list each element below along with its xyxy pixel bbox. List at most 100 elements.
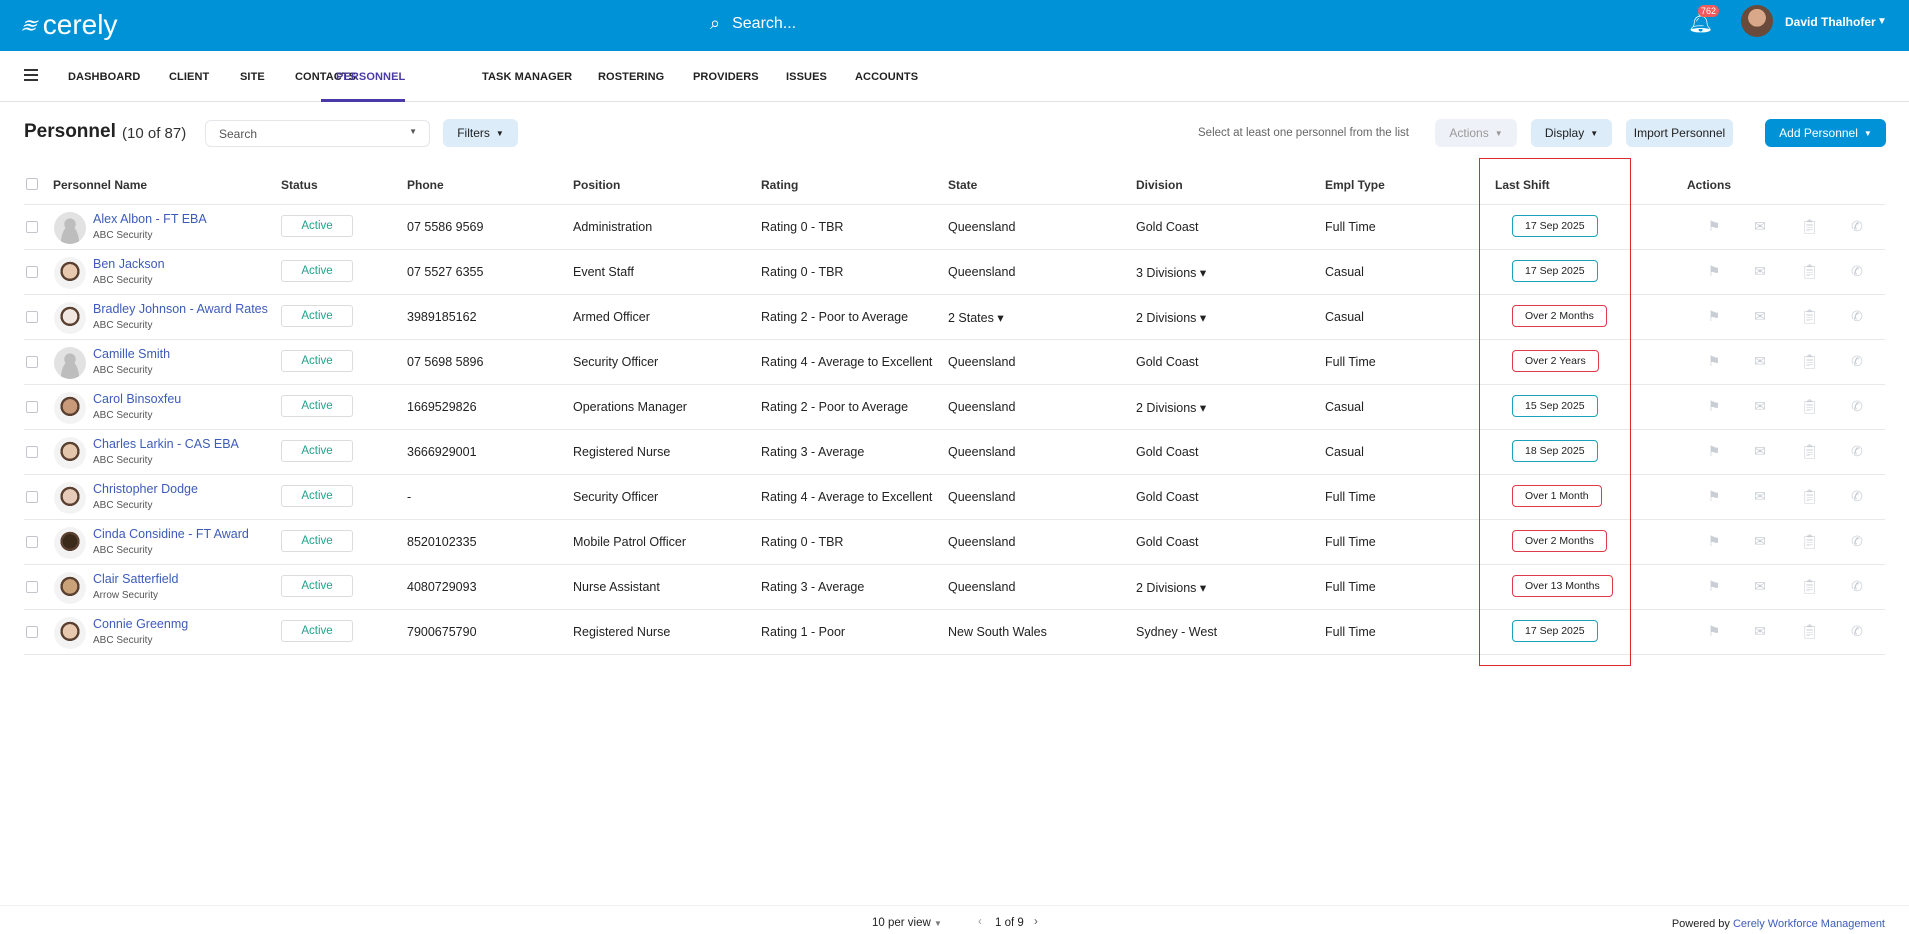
- flag-icon[interactable]: ⚑: [1706, 623, 1722, 639]
- personnel-name-link[interactable]: Clair Satterfield: [93, 572, 178, 586]
- personnel-name-link[interactable]: Cinda Considine - FT Award: [93, 527, 249, 541]
- row-checkbox[interactable]: [26, 221, 38, 233]
- user-name[interactable]: David Thalhofer: [1785, 15, 1876, 29]
- nav-accounts[interactable]: ACCOUNTS: [855, 71, 918, 83]
- row-checkbox[interactable]: [26, 401, 38, 413]
- import-personnel-button[interactable]: Import Personnel: [1626, 119, 1733, 147]
- personnel-name-link[interactable]: Bradley Johnson - Award Rates: [93, 302, 268, 316]
- actions-button[interactable]: Actions ▼: [1435, 119, 1517, 147]
- search-input[interactable]: Search ▼: [205, 120, 430, 147]
- phone-icon[interactable]: ✆: [1849, 578, 1865, 594]
- row-checkbox[interactable]: [26, 626, 38, 638]
- nav-task-manager[interactable]: TASK MANAGER: [482, 71, 572, 83]
- mail-icon[interactable]: ✉: [1752, 353, 1768, 369]
- global-search[interactable]: ⌕ Search...: [710, 13, 796, 34]
- mail-icon[interactable]: ✉: [1752, 488, 1768, 504]
- personnel-name-link[interactable]: Connie Greenmg: [93, 617, 188, 631]
- clipboard-icon[interactable]: 📋︎: [1801, 533, 1819, 549]
- flag-icon[interactable]: ⚑: [1706, 218, 1722, 234]
- phone-icon[interactable]: ✆: [1849, 533, 1865, 549]
- row-checkbox[interactable]: [26, 536, 38, 548]
- chevron-down-icon[interactable]: ▼: [1877, 16, 1887, 27]
- nav-client[interactable]: CLIENT: [169, 71, 209, 83]
- personnel-name-link[interactable]: Carol Binsoxfeu: [93, 392, 181, 406]
- logo[interactable]: ≋ cerely: [18, 9, 118, 41]
- clipboard-icon[interactable]: 📋︎: [1801, 623, 1819, 639]
- col-phone[interactable]: Phone: [407, 178, 444, 192]
- clipboard-icon[interactable]: 📋︎: [1801, 488, 1819, 504]
- prev-page-icon[interactable]: ‹: [978, 916, 982, 928]
- phone-icon[interactable]: ✆: [1849, 308, 1865, 324]
- mail-icon[interactable]: ✉: [1752, 263, 1768, 279]
- row-checkbox[interactable]: [26, 491, 38, 503]
- nav-dashboard[interactable]: DASHBOARD: [68, 71, 140, 83]
- personnel-name-link[interactable]: Charles Larkin - CAS EBA: [93, 437, 239, 451]
- phone-icon[interactable]: ✆: [1849, 353, 1865, 369]
- row-checkbox[interactable]: [26, 266, 38, 278]
- clipboard-icon[interactable]: 📋︎: [1801, 353, 1819, 369]
- clipboard-icon[interactable]: 📋︎: [1801, 398, 1819, 414]
- mail-icon[interactable]: ✉: [1752, 578, 1768, 594]
- add-personnel-button[interactable]: Add Personnel ▼: [1765, 119, 1886, 147]
- division[interactable]: 2 Divisions ▾: [1136, 310, 1206, 325]
- nav-site[interactable]: SITE: [240, 71, 265, 83]
- division[interactable]: 3 Divisions ▾: [1136, 265, 1206, 280]
- personnel-name-link[interactable]: Alex Albon - FT EBA: [93, 212, 207, 226]
- filters-button[interactable]: Filters ▼: [443, 119, 518, 147]
- row-checkbox[interactable]: [26, 446, 38, 458]
- per-view-select[interactable]: 10 per view ▼: [872, 917, 942, 929]
- phone-icon[interactable]: ✆: [1849, 623, 1865, 639]
- mail-icon[interactable]: ✉: [1752, 398, 1768, 414]
- col-rating[interactable]: Rating: [761, 178, 798, 192]
- personnel-name-link[interactable]: Christopher Dodge: [93, 482, 198, 496]
- nav-issues[interactable]: ISSUES: [786, 71, 827, 83]
- phone-icon[interactable]: ✆: [1849, 218, 1865, 234]
- clipboard-icon[interactable]: 📋︎: [1801, 578, 1819, 594]
- row-checkbox[interactable]: [26, 311, 38, 323]
- user-avatar[interactable]: [1741, 5, 1773, 37]
- next-page-icon[interactable]: ›: [1034, 916, 1038, 928]
- row-checkbox[interactable]: [26, 356, 38, 368]
- mail-icon[interactable]: ✉: [1752, 533, 1768, 549]
- mail-icon[interactable]: ✉: [1752, 308, 1768, 324]
- flag-icon[interactable]: ⚑: [1706, 533, 1722, 549]
- empl-type: Casual: [1325, 400, 1364, 414]
- flag-icon[interactable]: ⚑: [1706, 398, 1722, 414]
- col-state[interactable]: State: [948, 178, 977, 192]
- clipboard-icon[interactable]: 📋︎: [1801, 308, 1819, 324]
- nav-rostering[interactable]: ROSTERING: [598, 71, 664, 83]
- mail-icon[interactable]: ✉: [1752, 623, 1768, 639]
- nav-providers[interactable]: PROVIDERS: [693, 71, 759, 83]
- flag-icon[interactable]: ⚑: [1706, 488, 1722, 504]
- display-button[interactable]: Display ▼: [1531, 119, 1612, 147]
- clipboard-icon[interactable]: 📋︎: [1801, 263, 1819, 279]
- flag-icon[interactable]: ⚑: [1706, 263, 1722, 279]
- col-division[interactable]: Division: [1136, 178, 1183, 192]
- flag-icon[interactable]: ⚑: [1706, 308, 1722, 324]
- mail-icon[interactable]: ✉: [1752, 443, 1768, 459]
- row-checkbox[interactable]: [26, 581, 38, 593]
- flag-icon[interactable]: ⚑: [1706, 443, 1722, 459]
- col-position[interactable]: Position: [573, 178, 620, 192]
- col-name[interactable]: Personnel Name: [53, 178, 147, 192]
- phone-icon[interactable]: ✆: [1849, 443, 1865, 459]
- personnel-name-link[interactable]: Ben Jackson: [93, 257, 165, 271]
- state[interactable]: 2 States ▾: [948, 310, 1004, 325]
- menu-icon[interactable]: [24, 69, 38, 81]
- nav-personnel[interactable]: PERSONNEL: [336, 71, 405, 83]
- phone-icon[interactable]: ✆: [1849, 263, 1865, 279]
- brand-link[interactable]: Cerely Workforce Management: [1733, 918, 1885, 930]
- phone-icon[interactable]: ✆: [1849, 398, 1865, 414]
- flag-icon[interactable]: ⚑: [1706, 353, 1722, 369]
- col-empl-type[interactable]: Empl Type: [1325, 178, 1385, 192]
- clipboard-icon[interactable]: 📋︎: [1801, 218, 1819, 234]
- division[interactable]: 2 Divisions ▾: [1136, 580, 1206, 595]
- clipboard-icon[interactable]: 📋︎: [1801, 443, 1819, 459]
- personnel-name-link[interactable]: Camille Smith: [93, 347, 170, 361]
- select-all-checkbox[interactable]: [26, 178, 38, 190]
- col-status[interactable]: Status: [281, 178, 318, 192]
- flag-icon[interactable]: ⚑: [1706, 578, 1722, 594]
- division[interactable]: 2 Divisions ▾: [1136, 400, 1206, 415]
- mail-icon[interactable]: ✉: [1752, 218, 1768, 234]
- phone-icon[interactable]: ✆: [1849, 488, 1865, 504]
